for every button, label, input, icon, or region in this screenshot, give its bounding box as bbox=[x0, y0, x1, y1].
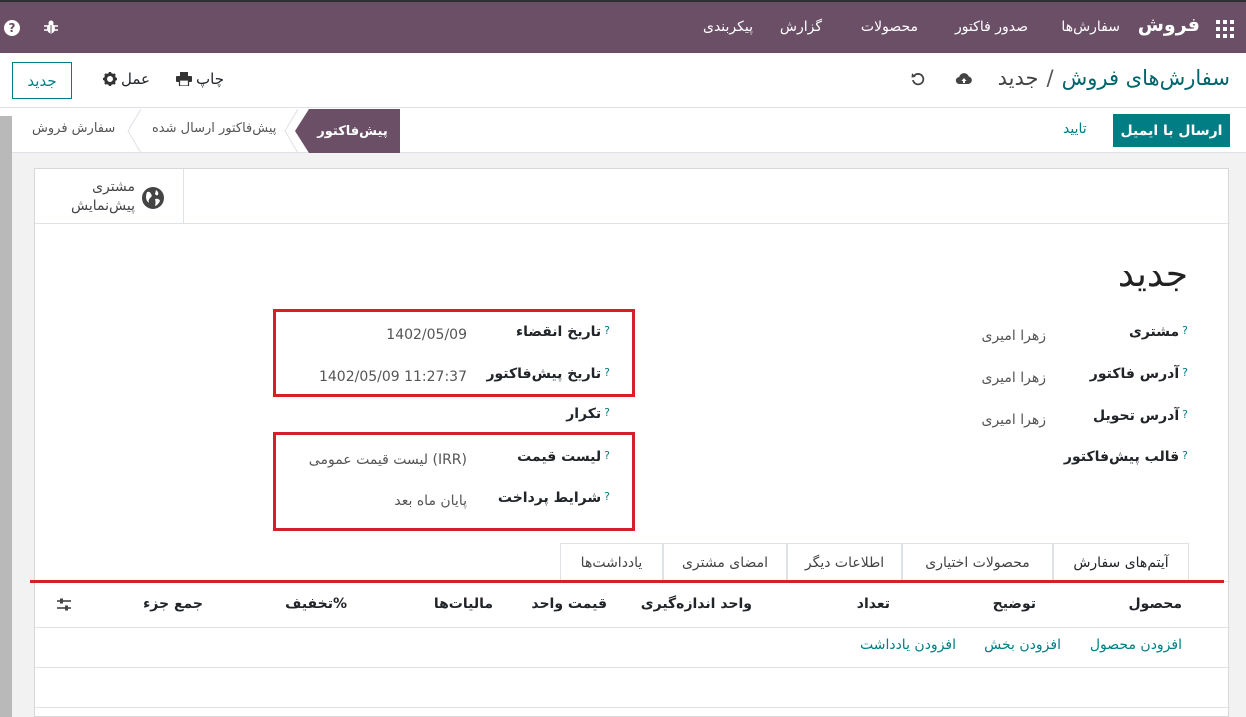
help-tooltip-icon[interactable]: ? bbox=[1182, 324, 1188, 337]
button-box: مشتری پیش‌نمایش bbox=[35, 169, 1230, 224]
column-uom[interactable]: واحد اندازه‌گیری bbox=[641, 596, 752, 612]
scroll-strip bbox=[0, 116, 12, 717]
tab-optional-products[interactable]: محصولات اختیاری bbox=[902, 543, 1053, 581]
quote-template-label-text: قالب پیش‌فاکتور bbox=[1063, 449, 1180, 465]
confirm-button[interactable]: تایید bbox=[1063, 121, 1087, 137]
preview-line-1: مشتری bbox=[92, 179, 135, 195]
invoice-address-label: آدرس فاکتور? bbox=[1090, 366, 1188, 382]
nav-invoicing[interactable]: صدور فاکتور bbox=[955, 19, 1028, 35]
tab-order-lines[interactable]: آیتم‌های سفارش bbox=[1053, 543, 1189, 582]
table-header-line bbox=[35, 627, 1230, 628]
highlight-underline bbox=[30, 580, 1224, 583]
apps-grid-icon[interactable] bbox=[1216, 20, 1234, 38]
column-subtotal[interactable]: جمع جزء bbox=[143, 596, 203, 612]
action-label: عمل bbox=[121, 70, 150, 88]
stage-chevron-icon bbox=[284, 109, 299, 153]
breadcrumb-current: جدید bbox=[997, 66, 1039, 90]
help-tooltip-icon[interactable]: ? bbox=[1182, 366, 1188, 379]
record-title: جدید bbox=[1117, 254, 1188, 295]
stage-sales-order[interactable]: سفارش فروش bbox=[32, 121, 115, 136]
delivery-address-label: آدرس تحویل? bbox=[1093, 408, 1188, 424]
column-unit-price[interactable]: قیمت واحد bbox=[531, 596, 607, 612]
recurrence-label: تکرار? bbox=[566, 406, 610, 422]
preview-line-2: پیش‌نمایش bbox=[71, 198, 135, 214]
table-row-line bbox=[35, 707, 1230, 708]
stage-quotation[interactable]: پیش‌فاکتور bbox=[295, 109, 400, 153]
help-tooltip-icon[interactable]: ? bbox=[604, 406, 610, 419]
invoice-address-label-text: آدرس فاکتور bbox=[1089, 366, 1180, 382]
column-quantity[interactable]: تعداد bbox=[857, 596, 890, 612]
globe-icon bbox=[141, 186, 165, 214]
add-note-link[interactable]: افزودن یادداشت bbox=[860, 637, 956, 653]
help-tooltip-icon[interactable]: ? bbox=[1182, 408, 1188, 421]
add-section-link[interactable]: افزودن بخش bbox=[984, 637, 1061, 653]
column-taxes[interactable]: مالیات‌ها bbox=[434, 596, 493, 612]
send-by-email-button[interactable]: ارسال با ایمیل bbox=[1113, 114, 1230, 147]
add-product-link[interactable]: افزودن محصول bbox=[1090, 637, 1182, 653]
table-row-line bbox=[35, 667, 1230, 668]
quote-template-label: قالب پیش‌فاکتور? bbox=[1064, 449, 1188, 465]
column-settings-icon[interactable] bbox=[56, 597, 72, 617]
recurrence-label-text: تکرار bbox=[566, 406, 602, 422]
help-icon[interactable]: ? bbox=[4, 20, 20, 36]
invoice-address-field[interactable]: زهرا امیری bbox=[981, 370, 1046, 386]
nav-orders[interactable]: سفارش‌ها bbox=[1061, 19, 1120, 35]
customer-preview-button[interactable]: مشتری پیش‌نمایش bbox=[35, 169, 184, 224]
customer-label-text: مشتری bbox=[1128, 324, 1180, 340]
top-navbar: فروش سفارش‌ها صدور فاکتور محصولات گزارش … bbox=[0, 0, 1246, 53]
gear-icon bbox=[103, 72, 117, 86]
new-button[interactable]: جدید bbox=[12, 62, 72, 99]
tab-customer-signature[interactable]: امضای مشتری bbox=[663, 543, 787, 581]
control-panel: سفارش‌های فروش / جدید جدید چاپ bbox=[0, 53, 1246, 153]
customer-label: مشتری? bbox=[1129, 324, 1188, 340]
tab-notes[interactable]: یادداشت‌ها bbox=[560, 543, 663, 581]
customer-field[interactable]: زهرا امیری bbox=[981, 328, 1046, 344]
app-brand[interactable]: فروش bbox=[1138, 14, 1200, 36]
nav-reporting[interactable]: گزارش bbox=[780, 19, 822, 35]
bug-icon[interactable] bbox=[43, 19, 59, 39]
column-discount[interactable]: تخفیف% bbox=[285, 596, 347, 612]
tab-other-info[interactable]: اطلاعات دیگر bbox=[787, 543, 902, 581]
help-tooltip-icon[interactable]: ? bbox=[1182, 449, 1188, 462]
column-product[interactable]: محصول bbox=[1129, 596, 1182, 612]
breadcrumb: سفارش‌های فروش / جدید bbox=[998, 66, 1230, 90]
breadcrumb-separator: / bbox=[1046, 66, 1054, 90]
save-cloud-icon[interactable] bbox=[955, 71, 973, 91]
print-button[interactable]: چاپ bbox=[176, 70, 224, 88]
customer-preview-label: مشتری پیش‌نمایش bbox=[71, 178, 135, 216]
delivery-address-label-text: آدرس تحویل bbox=[1093, 408, 1180, 424]
print-label: چاپ bbox=[196, 70, 224, 88]
nav-products[interactable]: محصولات bbox=[861, 19, 918, 35]
stage-chevron-icon bbox=[127, 109, 142, 153]
delivery-address-field[interactable]: زهرا امیری bbox=[981, 412, 1046, 428]
form-sheet: مشتری پیش‌نمایش جدید مشتری? زهرا امیری آ… bbox=[34, 168, 1230, 717]
printer-icon bbox=[176, 72, 192, 86]
column-description[interactable]: توضیح bbox=[993, 596, 1036, 612]
stage-quotation-sent[interactable]: پیش‌فاکتور ارسال شده bbox=[152, 121, 276, 136]
nav-configuration[interactable]: پیکربندی bbox=[703, 19, 753, 35]
breadcrumb-sales-orders[interactable]: سفارش‌های فروش bbox=[1062, 66, 1230, 90]
action-button[interactable]: عمل bbox=[103, 70, 150, 88]
highlight-box-dates bbox=[273, 309, 635, 397]
discard-undo-icon[interactable] bbox=[910, 71, 926, 91]
control-panel-divider bbox=[0, 107, 1246, 108]
highlight-box-pricing bbox=[273, 432, 635, 531]
